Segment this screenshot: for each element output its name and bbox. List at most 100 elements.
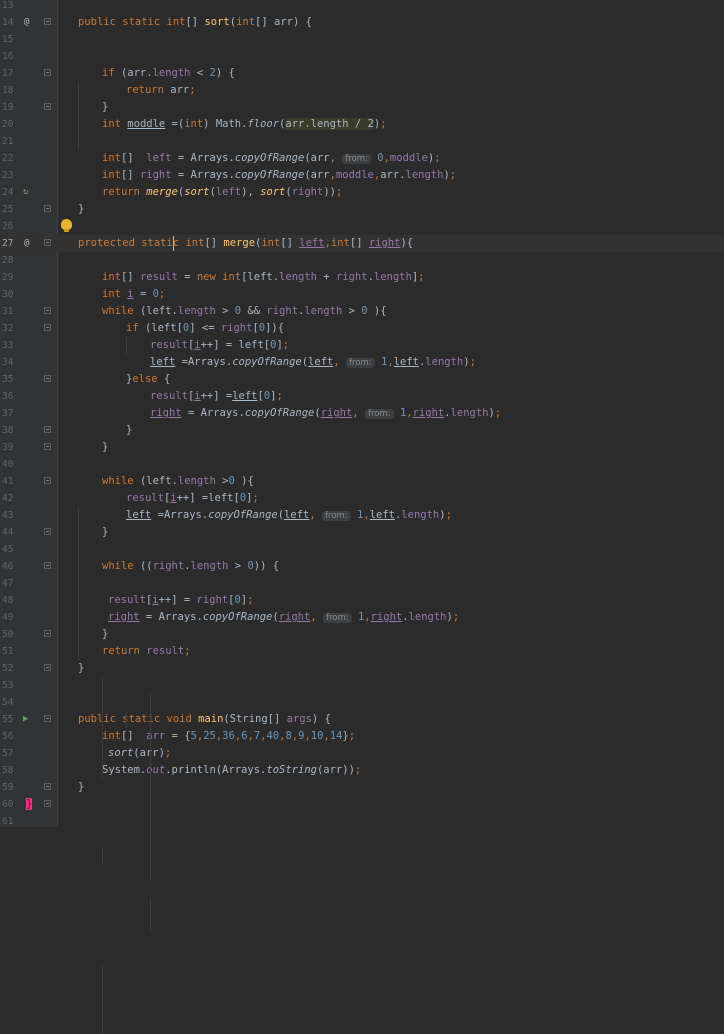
line-number[interactable]: 31 — [2, 303, 24, 320]
line-number[interactable]: 32 — [2, 320, 24, 337]
code-line-18[interactable]: 18 return arr; — [0, 82, 724, 99]
line-number[interactable]: 53 — [2, 677, 24, 694]
fold-toggle-icon[interactable] — [44, 18, 51, 25]
fold-toggle-icon[interactable] — [44, 477, 51, 484]
line-number[interactable]: 46 — [2, 558, 24, 575]
fold-toggle-icon[interactable] — [44, 562, 51, 569]
code-line-38[interactable]: 38} — [0, 422, 724, 439]
fold-toggle-icon[interactable] — [44, 239, 51, 246]
code-line-44[interactable]: 44} — [0, 524, 724, 541]
line-number[interactable]: 43 — [2, 507, 24, 524]
code-line-49[interactable]: 49 right = Arrays.copyOfRange(right, from… — [0, 609, 724, 626]
line-number[interactable]: 54 — [2, 694, 24, 711]
line-number[interactable]: 16 — [2, 48, 24, 65]
line-number[interactable]: 13 — [2, 0, 24, 14]
code-line-35[interactable]: 35}else { — [0, 371, 724, 388]
code-line-17[interactable]: 17 if (arr.length < 2) { — [0, 65, 724, 82]
code-line-47[interactable]: 47 — [0, 575, 724, 592]
fold-toggle-icon[interactable] — [44, 205, 51, 212]
line-number[interactable]: 29 — [2, 269, 24, 286]
code-line-54[interactable]: 54 — [0, 694, 724, 711]
line-number[interactable]: 25 — [2, 201, 24, 218]
fold-toggle-icon[interactable] — [44, 307, 51, 314]
fold-toggle-icon[interactable] — [44, 426, 51, 433]
code-line-24[interactable]: 24 ↻ return merge(sort(left), sort(right))… — [0, 184, 724, 201]
code-line-32[interactable]: 32 if (left[0] <= right[0]){ — [0, 320, 724, 337]
code-line-59[interactable]: 59} — [0, 779, 724, 796]
line-number[interactable]: 44 — [2, 524, 24, 541]
fold-toggle-icon[interactable] — [44, 783, 51, 790]
code-line-56[interactable]: 56 int[] arr = {5,25,36,6,7,40,8,9,10,14}… — [0, 728, 724, 745]
code-line-60[interactable]: 60} — [0, 796, 724, 813]
code-line-58[interactable]: 58 System.out.println(Arrays.toString(arr… — [0, 762, 724, 779]
code-line-53[interactable]: 53 — [0, 677, 724, 694]
code-line-29[interactable]: 29 int[] result = new int[left.length + r… — [0, 269, 724, 286]
fold-toggle-icon[interactable] — [44, 800, 51, 807]
code-line-13[interactable]: 13 — [0, 0, 724, 14]
line-number[interactable]: 33 — [2, 337, 24, 354]
line-number[interactable]: 45 — [2, 541, 24, 558]
line-number[interactable]: 40 — [2, 456, 24, 473]
line-number[interactable]: 36 — [2, 388, 24, 405]
code-line-28[interactable]: 28 — [0, 252, 724, 269]
code-line-27[interactable]: 27 @ protected static int[] merge(int[] le… — [0, 235, 724, 252]
implementation-at-icon[interactable]: @ — [24, 14, 29, 31]
code-line-55[interactable]: 55 ▶ public static void main(String[] args… — [0, 711, 724, 728]
code-line-39[interactable]: 39} — [0, 439, 724, 456]
code-line-23[interactable]: 23 int[] right = Arrays.copyOfRange(arr,m… — [0, 167, 724, 184]
line-number[interactable]: 58 — [2, 762, 24, 779]
code-line-34[interactable]: 34 left =Arrays.copyOfRange(left, from: 1… — [0, 354, 724, 371]
line-number[interactable]: 22 — [2, 150, 24, 167]
code-line-21[interactable]: 21 — [0, 133, 724, 150]
line-number[interactable]: 61 — [2, 813, 24, 830]
line-number[interactable]: 37 — [2, 405, 24, 422]
fold-toggle-icon[interactable] — [44, 443, 51, 450]
fold-toggle-icon[interactable] — [44, 103, 51, 110]
line-number[interactable]: 34 — [2, 354, 24, 371]
line-number[interactable]: 51 — [2, 643, 24, 660]
line-number[interactable]: 42 — [2, 490, 24, 507]
line-number[interactable]: 47 — [2, 575, 24, 592]
line-number[interactable]: 35 — [2, 371, 24, 388]
code-line-15[interactable]: 15 — [0, 31, 724, 48]
intention-bulb-icon[interactable] — [61, 219, 72, 232]
fold-toggle-icon[interactable] — [44, 664, 51, 671]
code-line-20[interactable]: 20 int moddle =(int) Math.floor(arr.lengt… — [0, 116, 724, 133]
fold-toggle-icon[interactable] — [44, 375, 51, 382]
line-number[interactable]: 48 — [2, 592, 24, 609]
code-line-40[interactable]: 40 — [0, 456, 724, 473]
recursive-call-icon[interactable]: ↻ — [23, 184, 28, 201]
line-number[interactable]: 60 — [2, 796, 24, 813]
code-line-51[interactable]: 51 return result; — [0, 643, 724, 660]
code-line-14[interactable]: 14 @ public static int[] sort(int[] arr) { — [0, 14, 724, 31]
code-line-42[interactable]: 42 result[i++] =left[0]; — [0, 490, 724, 507]
code-line-48[interactable]: 48 result[i++] = right[0]; — [0, 592, 724, 609]
run-icon[interactable]: ▶ — [23, 711, 28, 728]
code-line-37[interactable]: 37 right = Arrays.copyOfRange(right, from… — [0, 405, 724, 422]
code-line-52[interactable]: 52} — [0, 660, 724, 677]
line-number[interactable]: 18 — [2, 82, 24, 99]
code-line-26[interactable]: 26 — [0, 218, 724, 235]
line-number[interactable]: 19 — [2, 99, 24, 116]
code-line-22[interactable]: 22 int[] left = Arrays.copyOfRange(arr, f… — [0, 150, 724, 167]
line-number[interactable]: 52 — [2, 660, 24, 677]
line-number[interactable]: 14 — [2, 14, 24, 31]
line-number[interactable]: 17 — [2, 65, 24, 82]
line-number[interactable]: 20 — [2, 116, 24, 133]
code-line-57[interactable]: 57 sort(arr); — [0, 745, 724, 762]
line-number[interactable]: 27 — [2, 235, 24, 252]
line-number[interactable]: 39 — [2, 439, 24, 456]
line-number[interactable]: 21 — [2, 133, 24, 150]
code-line-43[interactable]: 43 left =Arrays.copyOfRange(left, from: 1… — [0, 507, 724, 524]
code-line-61[interactable]: 61 — [0, 813, 724, 830]
line-number[interactable]: 50 — [2, 626, 24, 643]
code-line-33[interactable]: 33 result[i++] = left[0]; — [0, 337, 724, 354]
line-number[interactable]: 41 — [2, 473, 24, 490]
line-number[interactable]: 26 — [2, 218, 24, 235]
line-number[interactable]: 59 — [2, 779, 24, 796]
implementation-at-icon[interactable]: @ — [24, 235, 29, 252]
line-number[interactable]: 24 — [2, 184, 24, 201]
code-line-46[interactable]: 46 while ((right.length > 0)) { — [0, 558, 724, 575]
code-line-41[interactable]: 41 while (left.length >0 ){ — [0, 473, 724, 490]
code-line-45[interactable]: 45 — [0, 541, 724, 558]
